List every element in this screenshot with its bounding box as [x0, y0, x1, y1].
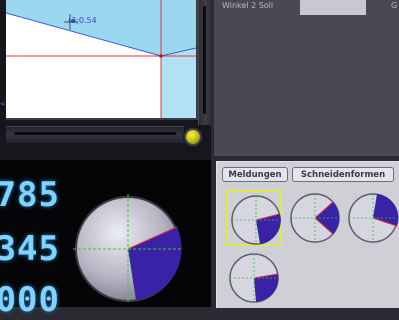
- readout-value-2: 345: [0, 229, 60, 269]
- tab-meldungen[interactable]: Meldungen: [222, 167, 288, 182]
- blade-dial-4[interactable]: [226, 250, 282, 306]
- winkel-2-soll-label: Winkel 2 Soll: [222, 1, 274, 10]
- horizontal-rail-slot: [14, 132, 176, 135]
- blade-dial-2[interactable]: [287, 190, 343, 246]
- chart-point-label: (3;0.54: [68, 16, 97, 25]
- vertical-rail-slot: [203, 6, 206, 114]
- status-led-indicator: [186, 130, 200, 144]
- edge-label: G: [391, 1, 398, 10]
- main-blade-dial: [73, 194, 183, 308]
- profile-chart-screen: (3;0.54: [6, 0, 198, 120]
- winkel-2-soll-field[interactable]: [300, 0, 366, 15]
- blade-dial-3[interactable]: [345, 190, 399, 246]
- tab-schneidenformen[interactable]: Schneidenformen: [292, 167, 394, 182]
- blade-dial-1[interactable]: [226, 190, 282, 246]
- readout-value-1: 785: [0, 175, 60, 215]
- readout-value-3: 000: [0, 280, 60, 320]
- chart-corner-mark: <: [0, 100, 6, 108]
- parameter-panel: [214, 0, 399, 156]
